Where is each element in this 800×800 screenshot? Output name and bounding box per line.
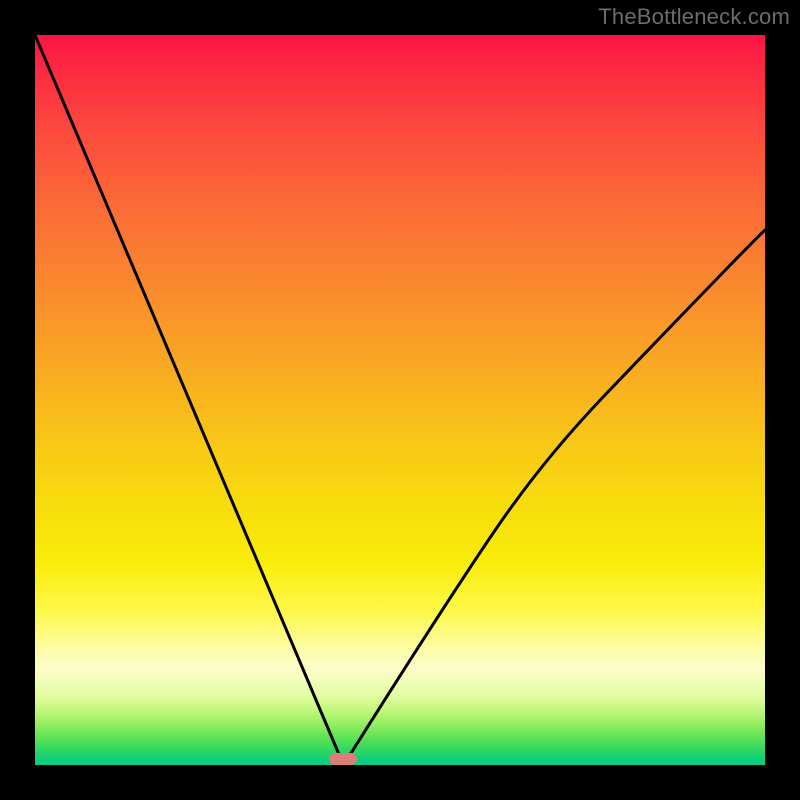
watermark-text: TheBottleneck.com <box>598 4 790 30</box>
optimal-point-marker <box>329 753 357 765</box>
bottleneck-curve-path <box>35 35 765 758</box>
plot-area <box>35 35 765 765</box>
curve-layer <box>35 35 765 765</box>
